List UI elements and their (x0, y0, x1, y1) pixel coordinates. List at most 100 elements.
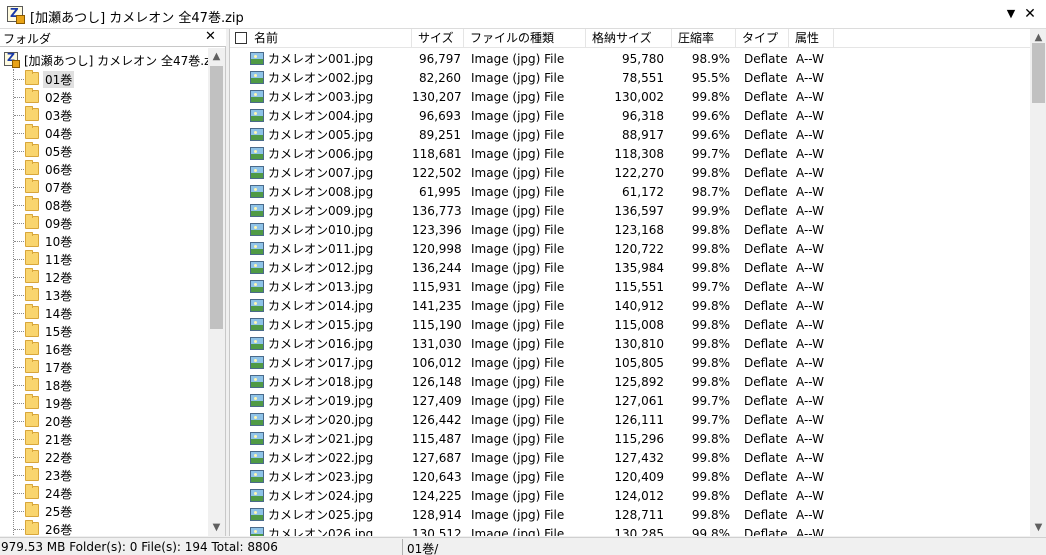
table-row[interactable]: カメレオン001.jpg 96,797 Image (jpg) File 95,780… (230, 50, 1030, 69)
file-type-cell: Image (jpg) File (471, 204, 565, 218)
image-file-icon (250, 71, 264, 84)
attributes-cell: A--W (796, 52, 824, 66)
table-row[interactable]: カメレオン012.jpg 136,244 Image (jpg) File 135,9… (230, 259, 1030, 278)
compression-ratio-cell: 99.8% (691, 489, 730, 503)
file-name-cell: カメレオン020.jpg (268, 413, 374, 427)
tree-folder-item[interactable]: 23巻 (14, 466, 204, 484)
compression-ratio-cell: 99.8% (691, 527, 730, 536)
status-summary: 979.53 MB Folder(s): 0 File(s): 194 Tota… (1, 540, 278, 554)
tree-folder-item[interactable]: 15巻 (14, 322, 204, 340)
image-file-icon (250, 318, 264, 331)
table-row[interactable]: カメレオン013.jpg 115,931 Image (jpg) File 115,5… (230, 278, 1030, 297)
column-header-size[interactable]: サイズ (412, 29, 464, 48)
table-row[interactable]: カメレオン024.jpg 124,225 Image (jpg) File 124,0… (230, 487, 1030, 506)
tree-folder-item[interactable]: 05巻 (14, 142, 204, 160)
file-name-cell: カメレオン017.jpg (268, 356, 374, 370)
column-header-ratio[interactable]: 圧縮率 (672, 29, 736, 48)
scroll-up-arrow-icon[interactable]: ▲ (208, 48, 225, 65)
tree-folder-item[interactable]: 11巻 (14, 250, 204, 268)
table-row[interactable]: カメレオン020.jpg 126,442 Image (jpg) File 126,1… (230, 411, 1030, 430)
tree-folder-label: 14巻 (45, 307, 73, 321)
tree-connector-line (14, 349, 24, 350)
tree-folder-item[interactable]: 16巻 (14, 340, 204, 358)
tree-folder-item[interactable]: 18巻 (14, 376, 204, 394)
tree-folder-item[interactable]: 10巻 (14, 232, 204, 250)
tree-folder-item[interactable]: 19巻 (14, 394, 204, 412)
table-row[interactable]: カメレオン011.jpg 120,998 Image (jpg) File 120,7… (230, 240, 1030, 259)
tree-folder-item[interactable]: 07巻 (14, 178, 204, 196)
table-row[interactable]: カメレオン018.jpg 126,148 Image (jpg) File 125,8… (230, 373, 1030, 392)
tree-folder-item[interactable]: 24巻 (14, 484, 204, 502)
table-row[interactable]: カメレオン009.jpg 136,773 Image (jpg) File 136,5… (230, 202, 1030, 221)
tree-folder-item[interactable]: 21巻 (14, 430, 204, 448)
folder-icon (25, 106, 39, 121)
compressed-size-cell: 115,008 (614, 318, 664, 332)
table-row[interactable]: カメレオン015.jpg 115,190 Image (jpg) File 115,0… (230, 316, 1030, 335)
tree-folder-item[interactable]: 04巻 (14, 124, 204, 142)
tree-connector-line (14, 475, 24, 476)
folder-icon (25, 448, 39, 463)
table-row[interactable]: カメレオン004.jpg 96,693 Image (jpg) File 96,318… (230, 107, 1030, 126)
tree-folder-item[interactable]: 17巻 (14, 358, 204, 376)
table-row[interactable]: カメレオン007.jpg 122,502 Image (jpg) File 122,2… (230, 164, 1030, 183)
scroll-thumb[interactable] (1032, 43, 1045, 103)
tree-folder-item[interactable]: 09巻 (14, 214, 204, 232)
compressed-size-cell: 120,722 (614, 242, 664, 256)
file-size-cell: 136,773 (412, 204, 461, 218)
table-row[interactable]: カメレオン014.jpg 141,235 Image (jpg) File 140,9… (230, 297, 1030, 316)
file-size-cell: 141,235 (412, 299, 461, 313)
compression-ratio-cell: 99.8% (691, 166, 730, 180)
compression-method-cell: Deflate (744, 432, 788, 446)
tree-folder-item[interactable]: 22巻 (14, 448, 204, 466)
tree-folder-item[interactable]: 02巻 (14, 88, 204, 106)
select-all-checkbox[interactable] (235, 32, 247, 44)
column-header-attributes[interactable]: 属性 (789, 29, 834, 48)
table-row[interactable]: カメレオン021.jpg 115,487 Image (jpg) File 115,2… (230, 430, 1030, 449)
tree-connector-line (14, 295, 24, 296)
dropdown-arrow-icon[interactable]: ▼ (1001, 4, 1021, 24)
column-header-compressed-size[interactable]: 格納サイズ (586, 29, 672, 48)
scroll-down-arrow-icon[interactable]: ▼ (1030, 519, 1046, 536)
column-header-name[interactable]: 名前 (230, 29, 412, 48)
table-row[interactable]: カメレオン003.jpg 130,207 Image (jpg) File 130,0… (230, 88, 1030, 107)
folder-tree-scrollbar[interactable]: ▲ ▼ (208, 48, 225, 536)
tree-folder-item[interactable]: 26巻 (14, 520, 204, 536)
attributes-cell: A--W (796, 128, 824, 142)
file-list-scrollbar[interactable]: ▲ ▼ (1030, 29, 1046, 536)
table-row[interactable]: カメレオン026.jpg 130,512 Image (jpg) File 130,2… (230, 525, 1030, 536)
column-header-type[interactable]: ファイルの種類 (464, 29, 586, 48)
scroll-thumb[interactable] (210, 66, 223, 329)
close-window-button[interactable]: ✕ (1020, 4, 1040, 24)
table-row[interactable]: カメレオン002.jpg 82,260 Image (jpg) File 78,551… (230, 69, 1030, 88)
folder-panel-close-button[interactable]: ✕ (205, 29, 216, 44)
column-header-method[interactable]: タイプ (736, 29, 789, 48)
tree-folder-item[interactable]: 01巻 (14, 70, 204, 88)
image-file-icon (250, 185, 264, 198)
table-row[interactable]: カメレオン017.jpg 106,012 Image (jpg) File 105,8… (230, 354, 1030, 373)
table-row[interactable]: カメレオン005.jpg 89,251 Image (jpg) File 88,917… (230, 126, 1030, 145)
compressed-size-cell: 130,285 (614, 527, 664, 536)
scroll-down-arrow-icon[interactable]: ▼ (208, 519, 225, 536)
tree-folder-item[interactable]: 25巻 (14, 502, 204, 520)
tree-folder-item[interactable]: 06巻 (14, 160, 204, 178)
compression-method-cell: Deflate (744, 223, 788, 237)
table-row[interactable]: カメレオン006.jpg 118,681 Image (jpg) File 118,3… (230, 145, 1030, 164)
table-row[interactable]: カメレオン010.jpg 123,396 Image (jpg) File 123,1… (230, 221, 1030, 240)
tree-folder-item[interactable]: 14巻 (14, 304, 204, 322)
table-row[interactable]: カメレオン025.jpg 128,914 Image (jpg) File 128,7… (230, 506, 1030, 525)
tree-folder-item[interactable]: 03巻 (14, 106, 204, 124)
table-row[interactable]: カメレオン016.jpg 131,030 Image (jpg) File 130,8… (230, 335, 1030, 354)
tree-folder-label: 04巻 (45, 127, 73, 141)
file-type-cell: Image (jpg) File (471, 280, 565, 294)
compression-method-cell: Deflate (744, 470, 788, 484)
compression-ratio-cell: 99.8% (691, 508, 730, 522)
tree-folder-item[interactable]: 13巻 (14, 286, 204, 304)
table-row[interactable]: カメレオン008.jpg 61,995 Image (jpg) File 61,172… (230, 183, 1030, 202)
tree-folder-item[interactable]: 20巻 (14, 412, 204, 430)
table-row[interactable]: カメレオン019.jpg 127,409 Image (jpg) File 127,0… (230, 392, 1030, 411)
tree-folder-item[interactable]: 08巻 (14, 196, 204, 214)
file-type-cell: Image (jpg) File (471, 394, 565, 408)
table-row[interactable]: カメレオン022.jpg 127,687 Image (jpg) File 127,4… (230, 449, 1030, 468)
tree-folder-item[interactable]: 12巻 (14, 268, 204, 286)
table-row[interactable]: カメレオン023.jpg 120,643 Image (jpg) File 120,4… (230, 468, 1030, 487)
